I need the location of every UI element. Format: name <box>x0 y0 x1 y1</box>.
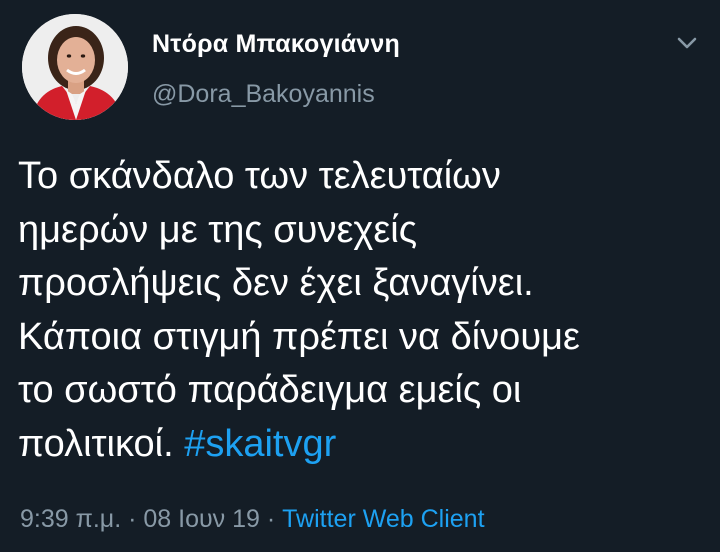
tweet-text: Το σκάνδαλο των τελευταίων ημερών με της… <box>18 150 708 471</box>
profile-photo <box>22 14 128 120</box>
tweet-text-last-line: πολιτικοί. #skaitvgr <box>18 418 708 472</box>
tweet-text-line: πολιτικοί. <box>18 422 174 465</box>
tweet-meta: 9:39 π.μ. · 08 Ιουν 19 · Twitter Web Cli… <box>20 505 485 534</box>
tweet-card: Ντόρα Μπακογιάννη @Dora_Bakoyannis Το σκ… <box>0 0 720 552</box>
tweet-text-line: ημερών με της συνεχείς <box>18 208 418 251</box>
meta-separator: · <box>266 505 276 533</box>
tweet-time[interactable]: 9:39 π.μ. <box>20 505 121 533</box>
chevron-down-icon[interactable] <box>672 32 702 54</box>
tweet-date[interactable]: 08 Ιουν 19 <box>143 505 260 533</box>
tweet-text-line: το σωστό παράδειγμα εμείς οι <box>18 369 522 411</box>
tweet-text-line: προσλήψεις δεν έχει ξαναγίνει. <box>18 262 534 304</box>
tweet-source-link[interactable]: Twitter Web Client <box>282 505 484 533</box>
display-name[interactable]: Ντόρα Μπακογιάννη <box>152 30 400 59</box>
tweet-text-line: Το σκάνδαλο των τελευταίων <box>18 155 501 197</box>
tweet-text-line: Κάποια στιγμή πρέπει να δίνουμε <box>18 315 580 358</box>
avatar[interactable] <box>22 14 128 120</box>
hashtag-link[interactable]: #skaitvgr <box>184 423 336 465</box>
user-handle[interactable]: @Dora_Bakoyannis <box>152 80 375 109</box>
meta-separator: · <box>128 505 137 533</box>
